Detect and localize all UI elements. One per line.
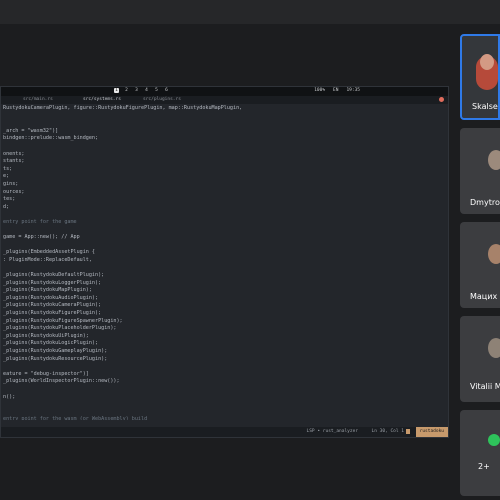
code-line: onents;	[3, 150, 25, 157]
workspace-3[interactable]: 3	[134, 88, 139, 93]
code-line: _plugins(RustydokuLogicPlugin);	[3, 340, 99, 347]
code-line: e;	[3, 173, 10, 180]
participant-tile-vitalii[interactable]: Vitalii M	[460, 316, 500, 402]
participant-tile-more[interactable]: 2+	[460, 410, 500, 496]
code-line: gins;	[3, 180, 19, 187]
lsp-status: LSP • rust_analyzer	[306, 429, 358, 434]
participant-tile-skalse[interactable]: Skalse	[460, 34, 500, 120]
participant-avatar	[488, 338, 500, 358]
code-line: entry point for the game	[3, 218, 77, 225]
workspace-2[interactable]: 2	[124, 88, 129, 93]
system-top-bar: 1 2 3 4 5 6 100% EN 19:35	[1, 87, 448, 96]
participant-face	[480, 54, 494, 70]
code-line: n();	[3, 393, 16, 400]
workspace-1[interactable]: 1	[114, 88, 119, 93]
code-line: _arch = "wasm32")]	[3, 127, 59, 134]
code-line: : PluginMode::ReplaceDefault,	[3, 256, 92, 263]
code-line: _plugins(RustydokuDefaultPlugin);	[3, 272, 105, 279]
code-line: _plugins(RustydokuResourcePlugin);	[3, 355, 108, 362]
keyboard-layout[interactable]: EN	[333, 88, 338, 93]
code-line: bindgen::prelude::wasm_bindgen;	[3, 135, 99, 142]
participant-name: Skalse	[472, 102, 498, 111]
more-participants-count: 2+	[478, 462, 490, 471]
mode-indicator	[406, 429, 410, 434]
participant-tile-dmytro[interactable]: Dmytro	[460, 128, 500, 214]
code-editor[interactable]: RustydokuCameraPlugin, figure::Rustydoku…	[3, 105, 443, 420]
editor-tab-bar: src/main.rs src/systems.rs src/plugins.r…	[1, 96, 448, 104]
code-line: d;	[3, 203, 10, 210]
code-line: _plugins(RustydokuFigureSpawnerPlugin);	[3, 317, 123, 324]
code-line: _plugins(RustydokuMapPlugin);	[3, 287, 92, 294]
code-line: _plugins(RustydokuFigurePlugin);	[3, 310, 102, 317]
participant-name: Dmytro	[470, 198, 500, 207]
system-tray: 100% EN 19:35	[314, 88, 360, 93]
code-line: _plugins(RustydokuPlaceholderPlugin);	[3, 325, 117, 332]
participant-avatar	[488, 150, 500, 170]
tab-systems[interactable]: src/systems.rs	[83, 97, 121, 102]
code-line: tes;	[3, 196, 16, 203]
code-line: ources;	[3, 188, 25, 195]
code-line: entry point for the wasm (or WebAssembly…	[3, 416, 148, 420]
code-line: _plugins(WorldInspectorPlugin::new());	[3, 378, 120, 385]
tab-main[interactable]: src/main.rs	[23, 97, 53, 102]
participant-tile-matsykh[interactable]: Мацих	[460, 222, 500, 308]
code-line: _plugins(RustydokuAudioPlugin);	[3, 294, 99, 301]
code-line: _plugins(RustydokuGameplayPlugin);	[3, 348, 108, 354]
cursor-position: Ln 30, Col 1	[371, 429, 404, 434]
participant-avatar	[488, 244, 500, 264]
code-line: RustydokuCameraPlugin, figure::Rustydoku…	[3, 105, 243, 111]
workspace-5[interactable]: 5	[154, 88, 159, 93]
code-line: stants;	[3, 158, 25, 165]
code-line: _plugins(RustydokuUiPlugin);	[3, 332, 89, 339]
code-line: eature = "debug-inspector")]	[3, 370, 89, 377]
code-line: _plugins(RustydokuLoggerPlugin);	[3, 279, 102, 286]
clock: 19:35	[346, 88, 360, 93]
meeting-top-bar	[0, 0, 500, 24]
editor-status-line: LSP • rust_analyzer Ln 30, Col 1 rustado…	[1, 427, 448, 437]
workspace-4[interactable]: 4	[144, 88, 149, 93]
volume-indicator[interactable]: 100%	[314, 88, 325, 93]
tab-plugins[interactable]: src/plugins.rs	[143, 97, 181, 102]
project-name: rustadoku	[415, 427, 448, 437]
workspace-switcher: 1 2 3 4 5 6	[114, 88, 169, 93]
participant-name: Vitalii M	[470, 382, 500, 391]
participant-name: Мацих	[470, 292, 498, 301]
code-line: _plugins(EmbeddedAssetPlugin {	[3, 249, 96, 256]
workspace-6[interactable]: 6	[164, 88, 169, 93]
code-line: _plugins(RustydokuCameraPlugin);	[3, 302, 102, 309]
close-window-icon[interactable]	[439, 97, 444, 102]
shared-screen: 1 2 3 4 5 6 100% EN 19:35 src/main.rs sr…	[0, 86, 449, 438]
code-line: ts;	[3, 165, 13, 172]
code-line: game = App::new(); // App	[3, 234, 80, 241]
green-status-icon	[488, 434, 500, 446]
